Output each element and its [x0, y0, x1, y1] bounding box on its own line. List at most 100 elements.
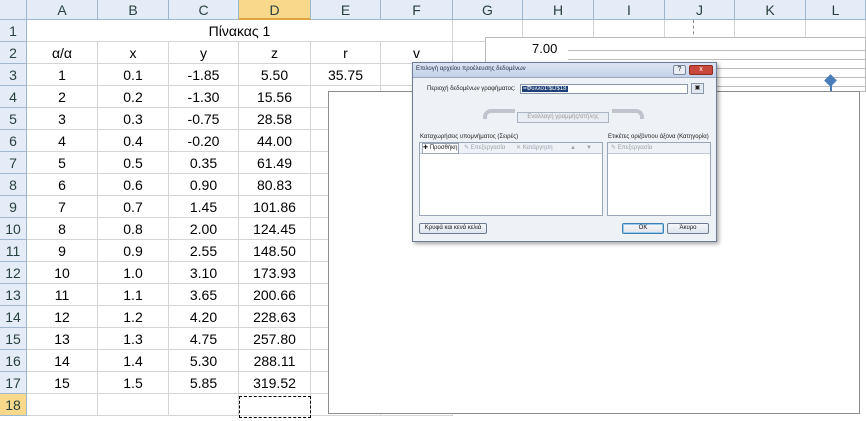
- data-cell[interactable]: 7: [27, 196, 98, 218]
- row-header[interactable]: 7: [0, 152, 27, 174]
- row-header[interactable]: 15: [0, 328, 27, 350]
- data-cell[interactable]: 4.20: [169, 306, 239, 328]
- data-cell[interactable]: 35.75: [311, 64, 381, 86]
- row-header[interactable]: 6: [0, 130, 27, 152]
- empty-cell[interactable]: [98, 394, 169, 416]
- column-header-c[interactable]: C: [169, 0, 239, 20]
- data-cell[interactable]: 14: [27, 350, 98, 372]
- help-button[interactable]: ?: [673, 65, 686, 75]
- data-cell[interactable]: -1.30: [169, 86, 239, 108]
- row-header[interactable]: 9: [0, 196, 27, 218]
- column-label-cell[interactable]: v: [381, 42, 453, 64]
- collapse-dialog-button[interactable]: ▣: [691, 83, 704, 94]
- data-cell[interactable]: 200.66: [239, 284, 311, 306]
- column-header-j[interactable]: J: [665, 0, 735, 20]
- move-down-button[interactable]: ▼: [586, 144, 592, 153]
- data-cell[interactable]: 8: [27, 218, 98, 240]
- data-cell[interactable]: 3: [27, 108, 98, 130]
- column-label-cell[interactable]: α/α: [27, 42, 98, 64]
- data-cell[interactable]: 3.65: [169, 284, 239, 306]
- data-cell[interactable]: 44.00: [239, 130, 311, 152]
- data-cell[interactable]: 319.52: [239, 372, 311, 394]
- data-cell[interactable]: 0.4: [98, 130, 169, 152]
- switch-row-column-button[interactable]: Εναλλαγή γραμμής/στήλης: [517, 112, 609, 123]
- ok-button[interactable]: OK: [622, 223, 664, 234]
- data-cell[interactable]: 1.45: [169, 196, 239, 218]
- cancel-button[interactable]: Άκυρο: [667, 223, 709, 234]
- data-cell[interactable]: 1.1: [98, 284, 169, 306]
- move-up-button[interactable]: ▲: [570, 144, 576, 153]
- data-cell[interactable]: 12: [27, 306, 98, 328]
- data-cell[interactable]: 1.5: [98, 372, 169, 394]
- close-button[interactable]: x: [689, 65, 713, 75]
- data-cell[interactable]: 11: [27, 284, 98, 306]
- data-cell[interactable]: 0.9: [98, 240, 169, 262]
- row-header[interactable]: 10: [0, 218, 27, 240]
- row-header[interactable]: 16: [0, 350, 27, 372]
- data-cell[interactable]: 0.1: [98, 64, 169, 86]
- data-cell[interactable]: 124.45: [239, 218, 311, 240]
- chart-data-range-input[interactable]: =Φύλλο1!$D$18: [520, 84, 688, 94]
- row-header[interactable]: 3: [0, 64, 27, 86]
- row-header[interactable]: 1: [0, 20, 27, 42]
- data-cell[interactable]: 228.63: [239, 306, 311, 328]
- column-header-a[interactable]: A: [27, 0, 98, 20]
- row-header[interactable]: 5: [0, 108, 27, 130]
- column-header-l[interactable]: L: [806, 0, 866, 20]
- data-cell[interactable]: 0.8: [98, 218, 169, 240]
- column-header-f[interactable]: F: [381, 0, 453, 20]
- row-header[interactable]: 17: [0, 372, 27, 394]
- column-label-cell[interactable]: y: [169, 42, 239, 64]
- data-cell[interactable]: 6: [27, 174, 98, 196]
- data-cell[interactable]: 0.2: [98, 86, 169, 108]
- data-cell[interactable]: 101.86: [239, 196, 311, 218]
- remove-series-button[interactable]: ✕ Κατάργηση: [516, 144, 553, 153]
- row-header[interactable]: 4: [0, 86, 27, 108]
- data-cell[interactable]: 61.49: [239, 152, 311, 174]
- data-cell[interactable]: 0.90: [169, 174, 239, 196]
- data-cell[interactable]: 80.83: [239, 174, 311, 196]
- data-cell[interactable]: -0.75: [169, 108, 239, 130]
- data-cell[interactable]: 0.6: [98, 174, 169, 196]
- add-series-button[interactable]: ✚ Προσθήκη: [422, 143, 459, 154]
- data-cell[interactable]: 5.50: [239, 64, 311, 86]
- data-cell[interactable]: 1.2: [98, 306, 169, 328]
- data-cell[interactable]: -0.20: [169, 130, 239, 152]
- row-header[interactable]: 14: [0, 306, 27, 328]
- data-cell[interactable]: 148.50: [239, 240, 311, 262]
- hidden-empty-cells-button[interactable]: Κρυφά και κενά κελιά: [419, 223, 487, 234]
- data-cell[interactable]: 1: [27, 64, 98, 86]
- data-cell[interactable]: 10: [27, 262, 98, 284]
- data-cell[interactable]: 3.10: [169, 262, 239, 284]
- row-header[interactable]: 11: [0, 240, 27, 262]
- column-header-d[interactable]: D: [239, 0, 311, 20]
- edit-axis-labels-button[interactable]: ✎ Επεξεργασία: [611, 144, 652, 153]
- data-cell[interactable]: 0.7: [98, 196, 169, 218]
- column-label-cell[interactable]: x: [98, 42, 169, 64]
- data-cell[interactable]: 288.11: [239, 350, 311, 372]
- column-header-k[interactable]: K: [735, 0, 806, 20]
- data-cell[interactable]: 0.5: [98, 152, 169, 174]
- data-cell[interactable]: 15.56: [239, 86, 311, 108]
- data-cell[interactable]: 0.35: [169, 152, 239, 174]
- data-cell[interactable]: 1.0: [98, 262, 169, 284]
- data-cell[interactable]: 4: [27, 130, 98, 152]
- edit-series-button[interactable]: ✎ Επεξεργασία: [464, 144, 505, 153]
- column-header-b[interactable]: B: [98, 0, 169, 20]
- empty-cell[interactable]: [27, 394, 98, 416]
- row-header[interactable]: 13: [0, 284, 27, 306]
- data-cell[interactable]: 5: [27, 152, 98, 174]
- row-header[interactable]: 2: [0, 42, 27, 64]
- column-header-e[interactable]: E: [311, 0, 381, 20]
- data-cell[interactable]: -1.85: [169, 64, 239, 86]
- dialog-titlebar[interactable]: Επιλογή αρχείου προέλευσης δεδομένων ? x: [413, 63, 716, 78]
- data-cell[interactable]: 2: [27, 86, 98, 108]
- data-cell[interactable]: 15: [27, 372, 98, 394]
- data-cell[interactable]: 1.4: [98, 350, 169, 372]
- table-title[interactable]: Πίνακας 1: [27, 20, 453, 42]
- data-cell[interactable]: 5.85: [169, 372, 239, 394]
- data-cell[interactable]: 0.3: [98, 108, 169, 130]
- row-header[interactable]: 18: [0, 394, 27, 416]
- column-header-h[interactable]: H: [523, 0, 594, 20]
- column-label-cell[interactable]: r: [311, 42, 381, 64]
